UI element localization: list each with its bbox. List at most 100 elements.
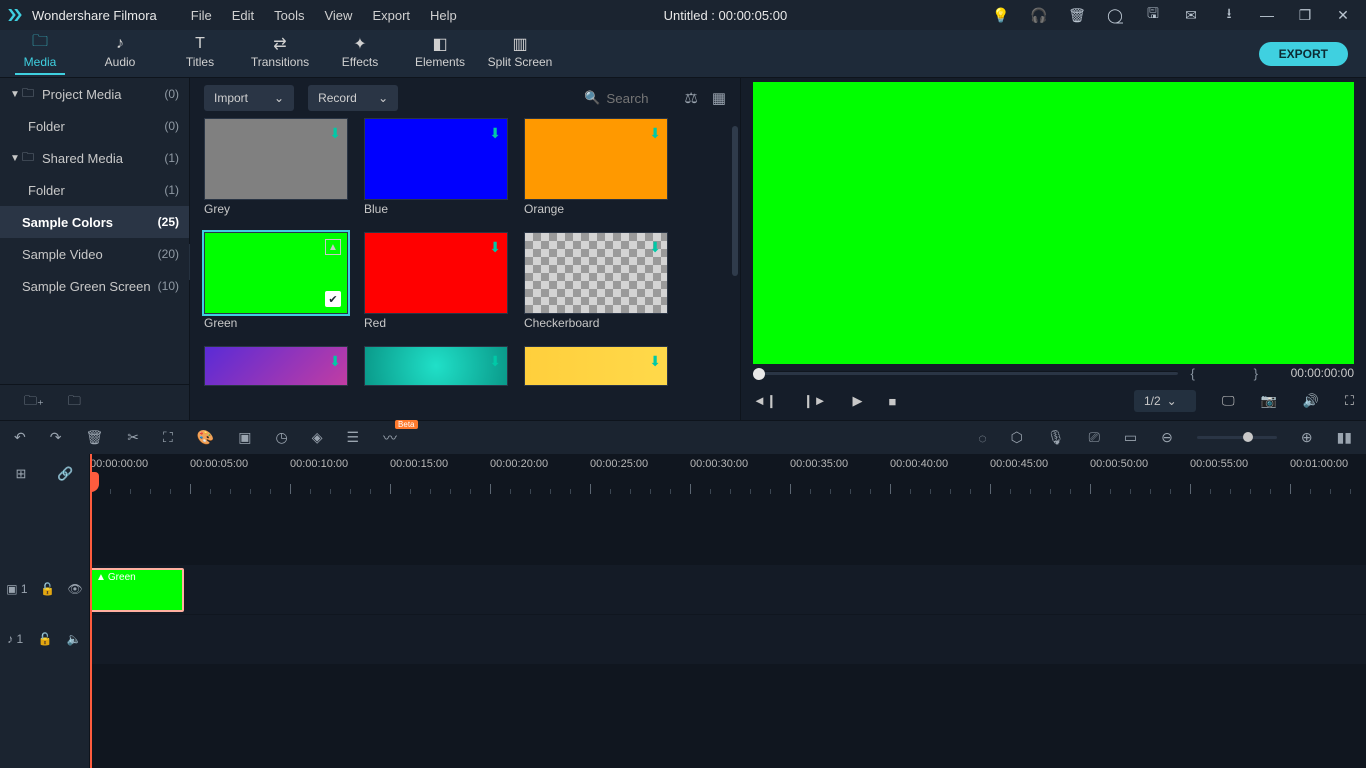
stop-icon[interactable]: ■	[889, 394, 897, 409]
sidebar-item-folder[interactable]: Folder(0)	[0, 110, 189, 142]
sidebar-item-project-media[interactable]: ▼🗀Project Media(0)	[0, 78, 189, 110]
play-icon[interactable]: ▶	[853, 393, 863, 409]
menu-view[interactable]: View	[314, 8, 362, 23]
volume-icon[interactable]: 🔊	[1303, 393, 1319, 409]
mute-icon[interactable]: 🔈	[67, 632, 82, 646]
maximize-icon[interactable]: ❐	[1288, 7, 1322, 24]
new-folder-icon[interactable]: 🗀₊	[24, 392, 44, 414]
audio-track-header[interactable]: ♪ 1 🔓 🔈	[0, 614, 89, 664]
record-dropdown[interactable]: Record⌄	[308, 85, 398, 111]
sidebar-item-sample-colors[interactable]: Sample Colors(25)	[0, 206, 189, 238]
playhead[interactable]	[90, 454, 92, 768]
audio-beta-icon[interactable]: 〰	[383, 428, 397, 448]
add-track-icon[interactable]: ⊞	[15, 466, 26, 482]
download-icon[interactable]: ⬇	[649, 353, 661, 370]
export-button[interactable]: EXPORT	[1259, 42, 1348, 66]
prev-frame-icon[interactable]: ◄❙	[753, 393, 777, 409]
tab-elements[interactable]: ◧Elements	[400, 33, 480, 75]
next-frame-icon[interactable]: ❙►	[803, 393, 827, 409]
preview-quality-icon[interactable]: 🖵	[1222, 393, 1235, 409]
zoom-in-icon[interactable]: ⊕	[1301, 429, 1313, 446]
download-icon[interactable]: ⭳	[1212, 3, 1246, 27]
lock-icon[interactable]: 🔓	[40, 582, 55, 596]
audio-track[interactable]	[90, 614, 1366, 664]
timeline-clip-green[interactable]: ▲Green	[90, 568, 184, 612]
track-empty[interactable]	[90, 494, 1366, 564]
cut-icon[interactable]: ✂	[127, 429, 139, 446]
mixer-icon[interactable]: ⎚	[1089, 429, 1100, 446]
media-thumb-red[interactable]: ⬇Red	[364, 232, 508, 332]
menu-edit[interactable]: Edit	[222, 8, 264, 23]
crop-icon[interactable]: ⛶	[163, 429, 173, 446]
media-thumb-gradient[interactable]: ⬇	[524, 346, 668, 386]
lock-icon[interactable]: 🔓	[38, 632, 53, 646]
download-icon[interactable]: ⬇	[329, 125, 341, 142]
sidebar-item-sample-video[interactable]: Sample Video(20)	[0, 238, 189, 270]
tips-icon[interactable]: 💡	[984, 7, 1018, 24]
media-thumb-grey[interactable]: ⬇Grey	[204, 118, 348, 218]
search-input[interactable]: 🔍	[580, 90, 670, 106]
sidebar-item-folder[interactable]: Folder(1)	[0, 174, 189, 206]
tab-transitions[interactable]: ⇄Transitions	[240, 33, 320, 75]
menu-export[interactable]: Export	[362, 8, 420, 23]
video-track[interactable]: ▲Green	[90, 564, 1366, 614]
preview-canvas[interactable]	[753, 82, 1354, 364]
filter-icon[interactable]: ⚖	[684, 89, 697, 107]
frame-icon[interactable]: ▭	[1124, 429, 1137, 446]
timeline-ruler[interactable]: 00:00:00:0000:00:05:0000:00:10:0000:00:1…	[90, 454, 1366, 494]
grid-view-icon[interactable]: ▦	[712, 89, 726, 107]
download-icon[interactable]: ⬇	[329, 353, 341, 370]
menu-file[interactable]: File	[181, 8, 222, 23]
snapshot-icon[interactable]: 📷	[1261, 393, 1277, 409]
sidebar-item-shared-media[interactable]: ▼🗀Shared Media(1)	[0, 142, 189, 174]
sidebar-item-sample-green-screen[interactable]: Sample Green Screen(10)	[0, 270, 189, 302]
screen-icon[interactable]: ▣	[238, 429, 251, 446]
close-icon[interactable]: ✕	[1326, 7, 1360, 24]
adjust-icon[interactable]: ☰	[346, 429, 359, 446]
import-dropdown[interactable]: Import⌄	[204, 85, 294, 111]
folder-icon[interactable]: 🗀	[68, 392, 81, 414]
color-icon[interactable]: 🎨	[197, 429, 214, 446]
minimize-icon[interactable]: —	[1250, 7, 1284, 23]
media-thumb-blue[interactable]: ⬇Blue	[364, 118, 508, 218]
fullscreen-icon[interactable]: ⛶	[1345, 393, 1354, 409]
tab-split-screen[interactable]: ▥Split Screen	[480, 33, 560, 75]
download-icon[interactable]: ⬇	[489, 353, 501, 370]
download-icon[interactable]: ⬇	[489, 239, 501, 256]
marker-icon[interactable]: ⬡	[1011, 429, 1023, 446]
mail-icon[interactable]: ✉	[1174, 7, 1208, 24]
media-thumb-orange[interactable]: ⬇Orange	[524, 118, 668, 218]
speed-icon[interactable]: ◷	[275, 429, 287, 446]
save-icon[interactable]: 🖫	[1136, 3, 1170, 27]
media-thumb-checkerboard[interactable]: ⬇Checkerboard	[524, 232, 668, 332]
video-track-header[interactable]: ▣ 1 🔓 👁	[0, 564, 89, 614]
account-icon[interactable]: ◯̲	[1098, 7, 1132, 24]
media-scrollbar[interactable]	[732, 126, 738, 412]
media-thumb-green[interactable]: ▲Green	[204, 232, 348, 332]
voiceover-icon[interactable]: 🎙	[1047, 429, 1065, 446]
download-icon[interactable]: ⬇	[649, 125, 661, 142]
keyframe-icon[interactable]: ◈	[312, 429, 323, 446]
preview-scrub-track[interactable]	[753, 371, 1178, 375]
render-icon[interactable]: ◌	[978, 430, 986, 446]
media-thumb-gradient[interactable]: ⬇	[364, 346, 508, 386]
timeline-options-icon[interactable]: ▮▮	[1337, 429, 1352, 446]
tab-effects[interactable]: ✦Effects	[320, 33, 400, 75]
support-icon[interactable]: 🎧	[1022, 7, 1056, 24]
zoom-out-icon[interactable]: ⊖	[1161, 429, 1173, 446]
menu-help[interactable]: Help	[420, 8, 467, 23]
redo-icon[interactable]: ↷	[50, 429, 62, 446]
undo-icon[interactable]: ↶	[14, 429, 26, 446]
menu-tools[interactable]: Tools	[264, 8, 314, 23]
tab-titles[interactable]: TTitles	[160, 33, 240, 75]
link-icon[interactable]: 🔗	[57, 466, 73, 482]
delete-icon[interactable]: 🗑	[85, 429, 103, 446]
preview-ratio-dropdown[interactable]: 1/2⌄	[1134, 390, 1196, 412]
tab-media[interactable]: 🗀Media	[0, 33, 80, 75]
tab-audio[interactable]: ♪Audio	[80, 33, 160, 75]
trash-icon[interactable]: 🗑	[1060, 7, 1094, 24]
media-thumb-gradient[interactable]: ⬇	[204, 346, 348, 386]
track-empty[interactable]	[90, 664, 1366, 768]
visibility-icon[interactable]: 👁	[68, 582, 83, 596]
download-icon[interactable]: ⬇	[649, 239, 661, 256]
